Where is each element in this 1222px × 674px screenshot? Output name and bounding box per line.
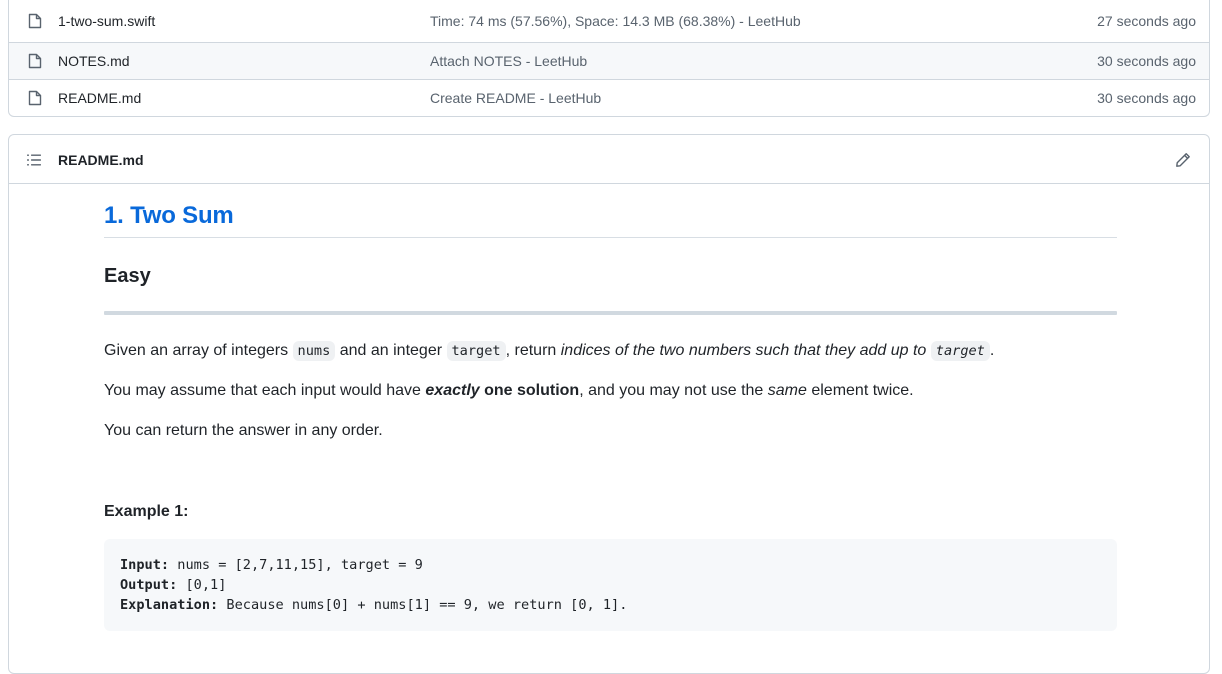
text: You may assume that each input would hav… bbox=[104, 382, 426, 399]
file-row-1-two-sum-swift[interactable]: 1-two-sum.swift Time: 74 ms (57.56%), Sp… bbox=[9, 0, 1209, 42]
edit-file-button[interactable] bbox=[1171, 149, 1195, 171]
emphasis-text: indices of the two numbers such that the… bbox=[560, 342, 927, 359]
problem-paragraph-3: You can return the answer in any order. bbox=[104, 422, 383, 439]
file-icon bbox=[28, 53, 42, 69]
horizontal-rule bbox=[104, 311, 1117, 315]
emphasis-text: same bbox=[767, 382, 807, 399]
text: and an integer bbox=[335, 342, 447, 359]
file-icon bbox=[28, 13, 42, 29]
readme-panel: README.md 1. Two Sum Easy Given an array… bbox=[8, 134, 1210, 674]
file-name-link[interactable]: 1-two-sum.swift bbox=[58, 12, 155, 30]
pencil-icon bbox=[1176, 153, 1190, 167]
code-label: Output: bbox=[120, 577, 178, 593]
inline-code: target bbox=[446, 341, 506, 361]
list-unordered-icon[interactable] bbox=[26, 152, 42, 168]
commit-message-link[interactable]: Create README - LeetHub bbox=[430, 89, 601, 107]
code-value: [0,1] bbox=[177, 577, 227, 593]
commit-age: 30 seconds ago bbox=[1097, 90, 1196, 106]
commit-message-link[interactable]: Attach NOTES - LeetHub bbox=[430, 52, 587, 70]
commit-message-link[interactable]: Time: 74 ms (57.56%), Space: 14.3 MB (68… bbox=[430, 12, 801, 30]
emphasis-text: exactly bbox=[425, 382, 480, 399]
code-label: Input: bbox=[120, 557, 170, 573]
text: . bbox=[989, 342, 995, 359]
inline-code: target bbox=[930, 341, 990, 361]
code-label: Explanation: bbox=[120, 597, 219, 613]
file-icon bbox=[28, 90, 42, 106]
problem-paragraph-2: You may assume that each input would hav… bbox=[104, 379, 914, 403]
difficulty-heading: Easy bbox=[104, 265, 151, 287]
file-name-link[interactable]: NOTES.md bbox=[58, 52, 130, 70]
example-heading: Example 1: bbox=[104, 503, 189, 520]
commit-age: 27 seconds ago bbox=[1097, 13, 1196, 29]
commit-age: 30 seconds ago bbox=[1097, 53, 1196, 69]
text: Given an array of integers bbox=[104, 342, 293, 359]
text: , return bbox=[505, 342, 561, 359]
code-value: nums = [2,7,11,15], target = 9 bbox=[169, 557, 423, 573]
strong-text: one solution bbox=[479, 382, 580, 399]
code-value: Because nums[0] + nums[1] == 9, we retur… bbox=[218, 597, 628, 613]
inline-code: nums bbox=[292, 341, 336, 361]
problem-title-link[interactable]: 1. Two Sum bbox=[104, 201, 1117, 238]
file-row-notes-md[interactable]: NOTES.md Attach NOTES - LeetHub 30 secon… bbox=[9, 42, 1209, 79]
readme-title[interactable]: README.md bbox=[58, 151, 144, 169]
example-code-block: Input: nums = [2,7,11,15], target = 9 Ou… bbox=[104, 539, 1117, 631]
readme-header: README.md bbox=[9, 135, 1209, 184]
file-row-readme-md[interactable]: README.md Create README - LeetHub 30 sec… bbox=[9, 79, 1209, 116]
text: , and you may not use the bbox=[579, 382, 768, 399]
problem-paragraph-1: Given an array of integers nums and an i… bbox=[104, 339, 994, 363]
text: element twice. bbox=[806, 382, 914, 399]
file-name-link[interactable]: README.md bbox=[58, 89, 141, 107]
file-list: 1-two-sum.swift Time: 74 ms (57.56%), Sp… bbox=[8, 0, 1210, 117]
